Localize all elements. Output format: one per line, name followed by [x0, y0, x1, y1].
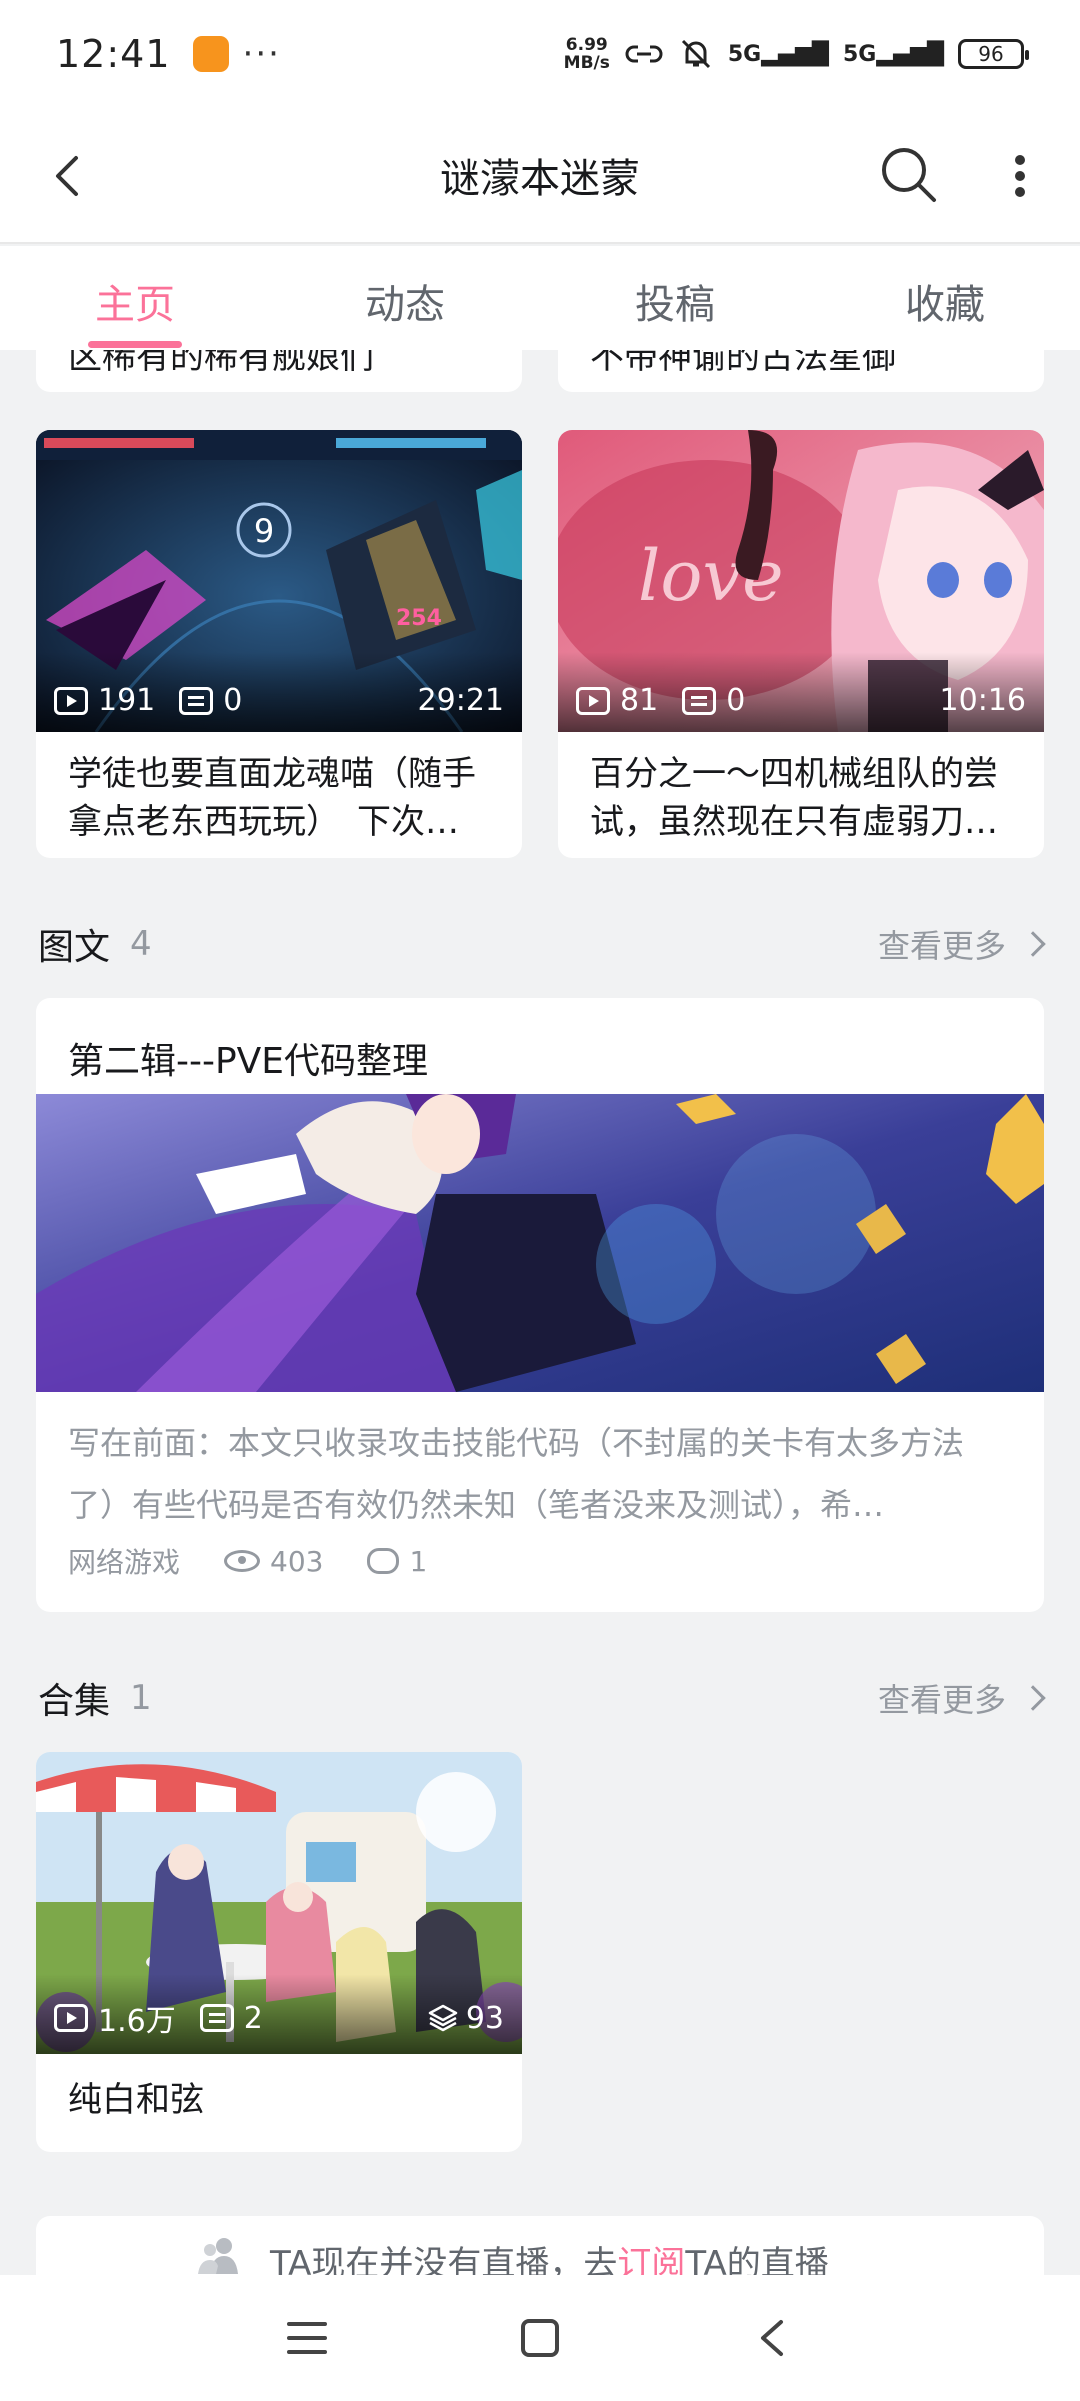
collection-thumbnail: 1.6万 2 93 [36, 1752, 522, 2054]
layers-icon [428, 2004, 458, 2032]
tab-favorites[interactable]: 收藏 [810, 246, 1080, 350]
video-card-partial-2[interactable]: 不带神谕的古法星御 [558, 350, 1044, 392]
home-button[interactable] [510, 2308, 570, 2368]
video-duration: 29:21 [417, 683, 504, 718]
article-category: 网络游戏 [68, 1546, 181, 1579]
signal-5g-1: 5G▂▄▆█ [727, 41, 829, 67]
status-indicators: 6.99 MB/s 5G▂▄▆█ 5G▂▄▆█ 96 [564, 36, 1029, 72]
battery-icon: 96 [958, 39, 1029, 69]
section-title: 图文 [38, 927, 111, 968]
danmaku-icon [682, 686, 717, 715]
video-title: 百分之一～四机械组队的尝试，虽然现在只有虚弱刀… [590, 754, 998, 842]
game-round-number: 9 [254, 512, 274, 550]
live-status-card: TA现在并没有直播，去订阅TA的直播 [36, 2216, 1044, 2275]
network-speed: 6.99 MB/s [564, 36, 610, 72]
hotspot-link-icon [625, 45, 663, 63]
article-views: 403 [270, 1544, 324, 1578]
signal-5g-2: 5G▂▄▆█ [842, 41, 944, 67]
video-stats: 191 0 29:21 [54, 683, 504, 718]
play-count-icon [54, 686, 88, 715]
home-square-icon [520, 2319, 559, 2357]
section-count: 4 [130, 924, 152, 964]
video-card-partial-1[interactable]: 区稀有的稀有舰娘们 [36, 350, 522, 392]
network-speed-value: 6.99 [565, 35, 608, 55]
danmaku-count: 2 [243, 2000, 263, 2036]
play-count: 191 [98, 683, 156, 718]
status-bar: 12:41 ··· 6.99 MB/s 5G▂▄▆█ 5G▂▄▆█ 96 [0, 0, 1080, 108]
video-duration: 10:16 [939, 683, 1026, 718]
articles-section-header: 图文 4 查看更多 [38, 916, 1046, 972]
back-triangle-icon [761, 2320, 784, 2356]
comment-icon [367, 1548, 400, 1574]
danmaku-count: 0 [726, 683, 746, 718]
video-card-2[interactable]: love 81 0 10:16 百分之一～四机械组队的尝试，虽然现在只有虚弱刀… [558, 430, 1044, 858]
nav-bar: 谜濛本迷蒙 [0, 108, 1080, 244]
article-card[interactable]: 第二辑---PVE代码整理 写在前面：本文只收录攻击技能代码（不封属的关卡有太多… [36, 998, 1044, 1612]
article-banner-image [36, 1094, 1044, 1392]
video-title: 区稀有的稀有舰娘们 [68, 350, 374, 377]
signal-5g-1-label: 5G [727, 41, 762, 67]
see-more-label: 查看更多 [877, 1681, 1006, 1719]
signal-5g-2-label: 5G [842, 41, 877, 67]
play-count: 1.6万 [98, 2004, 176, 2039]
collection-card[interactable]: 1.6万 2 93 纯白和弦 [36, 1752, 522, 2152]
tab-submissions[interactable]: 投稿 [540, 246, 810, 350]
collection-stats: 1.6万 2 93 [54, 1996, 504, 2040]
danmaku-icon [179, 686, 214, 715]
episode-count: 93 [465, 2000, 504, 2036]
recent-apps-button[interactable] [277, 2308, 337, 2368]
profile-tabs: 主页 动态 投稿 收藏 [0, 246, 1080, 350]
system-nav-bar [0, 2275, 1080, 2401]
menu-lines-icon [286, 2322, 327, 2354]
more-notifications-icon: ··· [242, 34, 281, 74]
more-vertical-icon[interactable] [1000, 146, 1040, 206]
live-status-suffix: TA的直播 [685, 2244, 829, 2275]
article-meta: 网络游戏 403 1 [36, 1536, 1044, 1586]
collection-title: 纯白和弦 [68, 2080, 204, 2120]
video-thumbnail: 9 254 191 0 29:21 [36, 430, 522, 732]
system-back-button[interactable] [743, 2308, 803, 2368]
search-icon[interactable] [876, 142, 940, 206]
person-group-icon [198, 2238, 238, 2274]
subscribe-live-link[interactable]: 订阅 [617, 2244, 685, 2275]
danmaku-count: 0 [223, 683, 243, 718]
app-notification-icon [192, 36, 229, 72]
video-card-1[interactable]: 9 254 191 0 29:21 学徒也要直面龙魂喵（随手拿点老东西玩玩） 下… [36, 430, 522, 858]
live-status-prefix: TA现在并没有直播，去 [270, 2244, 618, 2275]
live-status-text: TA现在并没有直播，去订阅TA的直播 [270, 2236, 829, 2275]
article-title: 第二辑---PVE代码整理 [68, 1041, 429, 1082]
play-count-icon [576, 686, 610, 715]
video-title: 学徒也要直面龙魂喵（随手拿点老东西玩玩） 下次… [68, 754, 476, 842]
tab-dynamic[interactable]: 动态 [270, 246, 540, 350]
chevron-right-icon [1020, 931, 1046, 957]
game-damage-number: 254 [396, 606, 442, 631]
section-title: 合集 [38, 1681, 111, 1722]
mute-bell-icon [681, 39, 710, 69]
collections-section-header: 合集 1 查看更多 [38, 1670, 1046, 1726]
articles-see-more-link[interactable]: 查看更多 [877, 921, 1046, 967]
tab-home[interactable]: 主页 [0, 246, 270, 350]
video-stats: 81 0 10:16 [576, 683, 1026, 718]
play-count: 81 [620, 683, 659, 718]
see-more-label: 查看更多 [877, 927, 1006, 965]
collections-see-more-link[interactable]: 查看更多 [877, 1675, 1046, 1721]
content-scroll-area[interactable]: 区稀有的稀有舰娘们 不带神谕的古法星御 9 254 191 0 29:21 学徒… [0, 350, 1080, 2275]
chevron-right-icon [1020, 1685, 1046, 1711]
danmaku-icon [199, 2004, 234, 2032]
video-thumbnail: love 81 0 10:16 [558, 430, 1044, 732]
network-speed-unit: MB/s [563, 53, 610, 73]
video-title: 不带神谕的古法星御 [590, 350, 896, 377]
status-time: 12:41 [56, 32, 171, 76]
article-comments: 1 [409, 1544, 428, 1578]
play-count-icon [54, 2004, 88, 2032]
section-count: 1 [130, 1678, 152, 1718]
article-excerpt: 写在前面：本文只收录攻击技能代码（不封属的关卡有太多方法了）有些代码是否有效仍然… [68, 1424, 965, 1524]
eye-icon [224, 1550, 261, 1572]
